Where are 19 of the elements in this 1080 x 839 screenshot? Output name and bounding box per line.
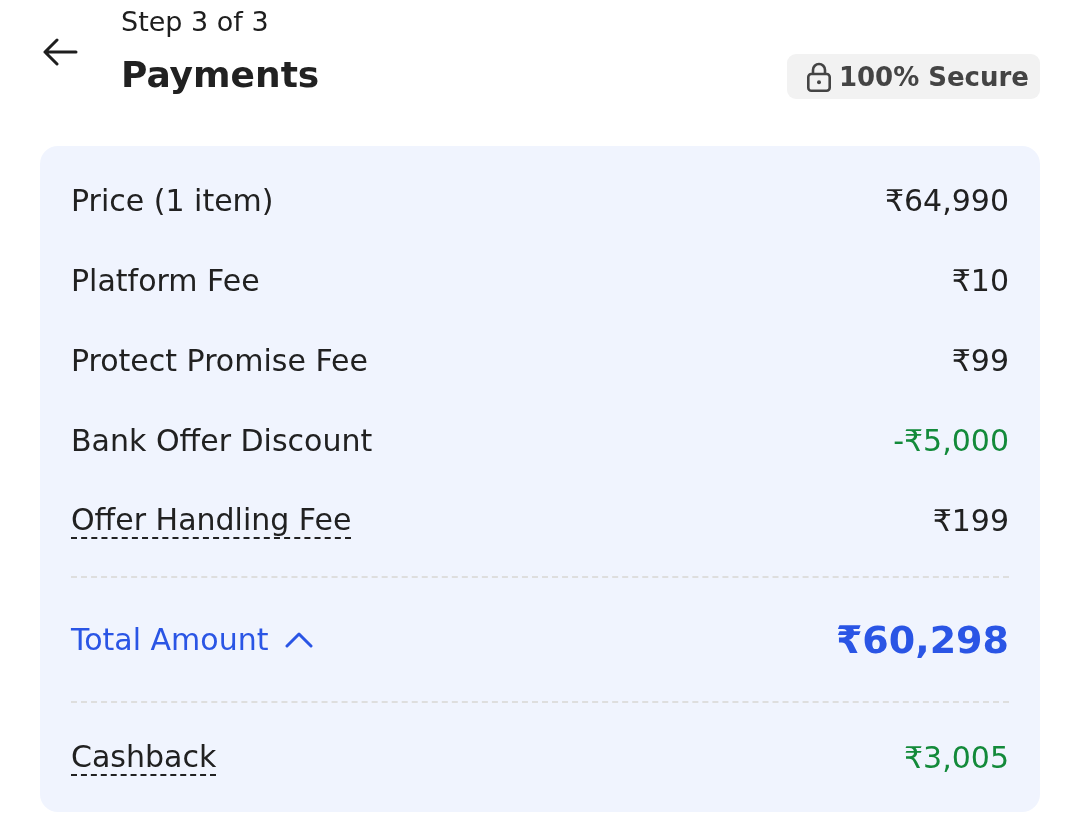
lock-icon	[806, 61, 831, 92]
summary-label: Price (1 item)	[71, 183, 274, 219]
secure-label: 100% Secure	[838, 61, 1029, 92]
total-amount-toggle[interactable]: Total Amount	[71, 621, 313, 658]
step-indicator: Step 3 of 3	[121, 5, 270, 39]
summary-amount: ₹64,990	[884, 183, 1009, 219]
summary-amount: -₹5,000	[893, 423, 1009, 459]
summary-amount: ₹199	[932, 503, 1009, 539]
page-title: Payments	[121, 53, 321, 97]
summary-amount: ₹10	[951, 263, 1009, 299]
summary-label: Protect Promise Fee	[71, 343, 368, 379]
summary-label: Platform Fee	[71, 263, 260, 299]
cashback-amount: ₹3,005	[904, 739, 1009, 776]
summary-amount: ₹99	[951, 343, 1009, 379]
summary-label: Bank Offer Discount	[71, 423, 373, 459]
total-amount: ₹60,298	[835, 616, 1009, 663]
cashback-label[interactable]: Cashback	[71, 739, 217, 776]
back-arrow-icon[interactable]	[42, 37, 78, 66]
summary-label[interactable]: Offer Handling Fee	[71, 503, 352, 539]
